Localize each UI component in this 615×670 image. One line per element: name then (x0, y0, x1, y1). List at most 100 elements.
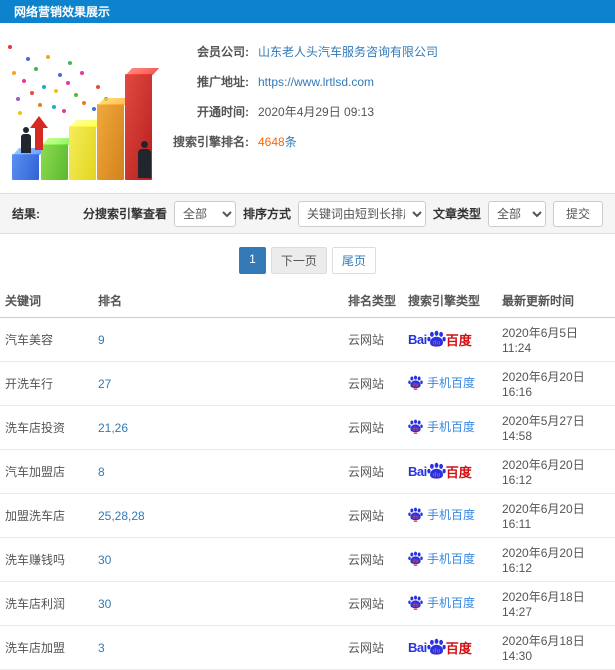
promo-url-label: 推广地址: (197, 75, 249, 89)
engine-filter-select[interactable]: 全部 (173, 200, 236, 227)
engine-type-cell: du 手机百度 (403, 361, 497, 406)
company-label: 会员公司: (197, 45, 249, 59)
baidu-paw-icon: du (427, 638, 446, 655)
confetti-dots (8, 45, 12, 49)
svg-text:du: du (412, 427, 418, 433)
updated-time-cell: 2020年6月20日 16:16 (497, 361, 615, 406)
header-bar: 网络营销效果展示 (0, 0, 615, 23)
businessman-figure (141, 141, 148, 148)
up-arrow-icon (35, 127, 43, 150)
updated-time-cell: 2020年6月20日 16:12 (497, 537, 615, 582)
engine-type-cell: du 手机百度 (403, 537, 497, 582)
baidu-pc-logo: Bai du 百度 (408, 638, 472, 656)
engine-type-cell: du 手机百度 (403, 493, 497, 538)
col-header-rank: 排名 (93, 286, 343, 318)
table-row: 开洗车行 27 云网站 du 手机百度 2020年6月20日 16:16 (0, 361, 615, 406)
rank-type-cell: 云网站 (343, 493, 403, 538)
rank-link[interactable]: 25,28,28 (93, 493, 343, 538)
keyword-cell: 洗车店投资 (0, 405, 93, 450)
col-header-keyword: 关键词 (0, 286, 93, 318)
info-row-rank-count: 搜索引擎排名: 4648条 (165, 133, 615, 150)
rank-link[interactable]: 9 (93, 317, 343, 362)
baidu-paw-icon: du (427, 462, 446, 479)
updated-time-cell: 2020年6月18日 14:30 (497, 625, 615, 670)
rank-type-cell: 云网站 (343, 581, 403, 626)
rank-type-cell: 云网站 (343, 449, 403, 494)
baidu-paw-icon: du (408, 375, 423, 390)
company-name-link[interactable]: 山东老人头汽车服务咨询有限公司 (258, 43, 438, 60)
company-info-section: 会员公司: 山东老人头汽车服务咨询有限公司 推广地址: https://www.… (0, 23, 615, 193)
table-row: 洗车赚钱吗 30 云网站 du 手机百度 2020年6月20日 16:12 (0, 537, 615, 582)
businessman-figure (23, 127, 29, 133)
bar-chart-illustration (0, 35, 165, 190)
baidu-mobile-logo: du 手机百度 (408, 374, 475, 391)
promo-url-link[interactable]: https://www.lrtlsd.com (258, 75, 374, 89)
engine-type-cell: Bai du 百度 (403, 449, 497, 494)
chart-bar (41, 144, 68, 180)
table-row: 洗车店投资 21,26 云网站 du 手机百度 2020年5月27日 14:58 (0, 405, 615, 450)
keyword-cell: 汽车美容 (0, 317, 93, 362)
chart-bar (12, 154, 39, 180)
businessman-figure (138, 149, 151, 178)
page-title: 网络营销效果展示 (14, 5, 111, 19)
baidu-mobile-logo: du 手机百度 (408, 418, 475, 435)
rank-count-unit: 条 (284, 135, 297, 149)
keyword-cell: 洗车赚钱吗 (0, 537, 93, 582)
open-time-value: 2020年4月29日 09:13 (258, 105, 375, 119)
info-row-url: 推广地址: https://www.lrtlsd.com (165, 73, 615, 90)
col-header-updated: 最新更新时间 (497, 286, 615, 318)
rank-type-cell: 云网站 (343, 625, 403, 670)
submit-button[interactable]: 提交 (552, 200, 603, 227)
rank-link[interactable]: 21,26 (93, 405, 343, 450)
baidu-pc-logo: Bai du 百度 (408, 330, 472, 348)
rank-type-cell: 云网站 (343, 361, 403, 406)
rank-link[interactable]: 30 (93, 537, 343, 582)
baidu-paw-icon: du (408, 551, 423, 566)
info-row-company: 会员公司: 山东老人头汽车服务咨询有限公司 (165, 43, 615, 60)
page-number-current[interactable]: 1 (239, 247, 266, 274)
rank-link[interactable]: 3 (93, 625, 343, 670)
col-header-engine-type: 搜索引擎类型 (403, 286, 497, 318)
result-label: 结果: (12, 207, 40, 221)
baidu-mobile-logo: du 手机百度 (408, 550, 475, 567)
info-row-open-time: 开通时间: 2020年4月29日 09:13 (165, 103, 615, 120)
sort-filter-label: 排序方式 (242, 207, 291, 221)
updated-time-cell: 2020年5月27日 14:58 (497, 405, 615, 450)
article-type-select[interactable]: 全部 (487, 200, 546, 227)
engine-type-cell: du 手机百度 (403, 405, 497, 450)
updated-time-cell: 2020年6月20日 16:11 (497, 493, 615, 538)
table-row: 汽车美容 9 云网站 Bai du 百度 2020年6月5日 11:24 (0, 317, 615, 362)
filter-controls: 分搜索引擎查看 全部 排序方式 关键词由短到长排序 文章类型 全部 提交 (83, 200, 603, 227)
rank-link[interactable]: 8 (93, 449, 343, 494)
svg-text:du: du (432, 648, 440, 655)
engine-type-cell: Bai du 百度 (403, 625, 497, 670)
sort-filter-select[interactable]: 关键词由短到长排序 (297, 200, 426, 227)
svg-text:du: du (432, 472, 440, 479)
table-row: 汽车加盟店 8 云网站 Bai du 百度 2020年6月20日 16:12 (0, 449, 615, 494)
next-page-button[interactable]: 下一页 (270, 247, 327, 274)
keyword-cell: 汽车加盟店 (0, 449, 93, 494)
rank-link[interactable]: 27 (93, 361, 343, 406)
article-type-label: 文章类型 (432, 207, 481, 221)
svg-text:du: du (412, 603, 418, 609)
updated-time-cell: 2020年6月20日 16:12 (497, 449, 615, 494)
baidu-mobile-logo: du 手机百度 (408, 594, 475, 611)
svg-text:du: du (412, 383, 418, 389)
engine-type-cell: Bai du 百度 (403, 317, 497, 362)
open-time-label: 开通时间: (197, 105, 249, 119)
col-header-rank-type: 排名类型 (343, 286, 403, 318)
baidu-pc-logo: Bai du 百度 (408, 462, 472, 480)
baidu-paw-icon: du (408, 595, 423, 610)
keyword-rank-table: 关键词 排名 排名类型 搜索引擎类型 最新更新时间 汽车美容 9 云网站 Bai du 百… (0, 286, 615, 670)
pagination: 1 下一页 尾页 (0, 247, 615, 274)
engine-rank-label: 搜索引擎排名: (173, 135, 249, 149)
rank-type-cell: 云网站 (343, 405, 403, 450)
svg-text:du: du (432, 340, 440, 347)
chart-bar (97, 104, 124, 180)
baidu-paw-icon: du (427, 330, 446, 347)
table-header-row: 关键词 排名 排名类型 搜索引擎类型 最新更新时间 (0, 286, 615, 318)
filter-bar: 结果: 分搜索引擎查看 全部 排序方式 关键词由短到长排序 文章类型 全部 提交 (0, 193, 615, 234)
svg-text:du: du (412, 559, 418, 565)
last-page-button[interactable]: 尾页 (331, 247, 376, 274)
rank-link[interactable]: 30 (93, 581, 343, 626)
